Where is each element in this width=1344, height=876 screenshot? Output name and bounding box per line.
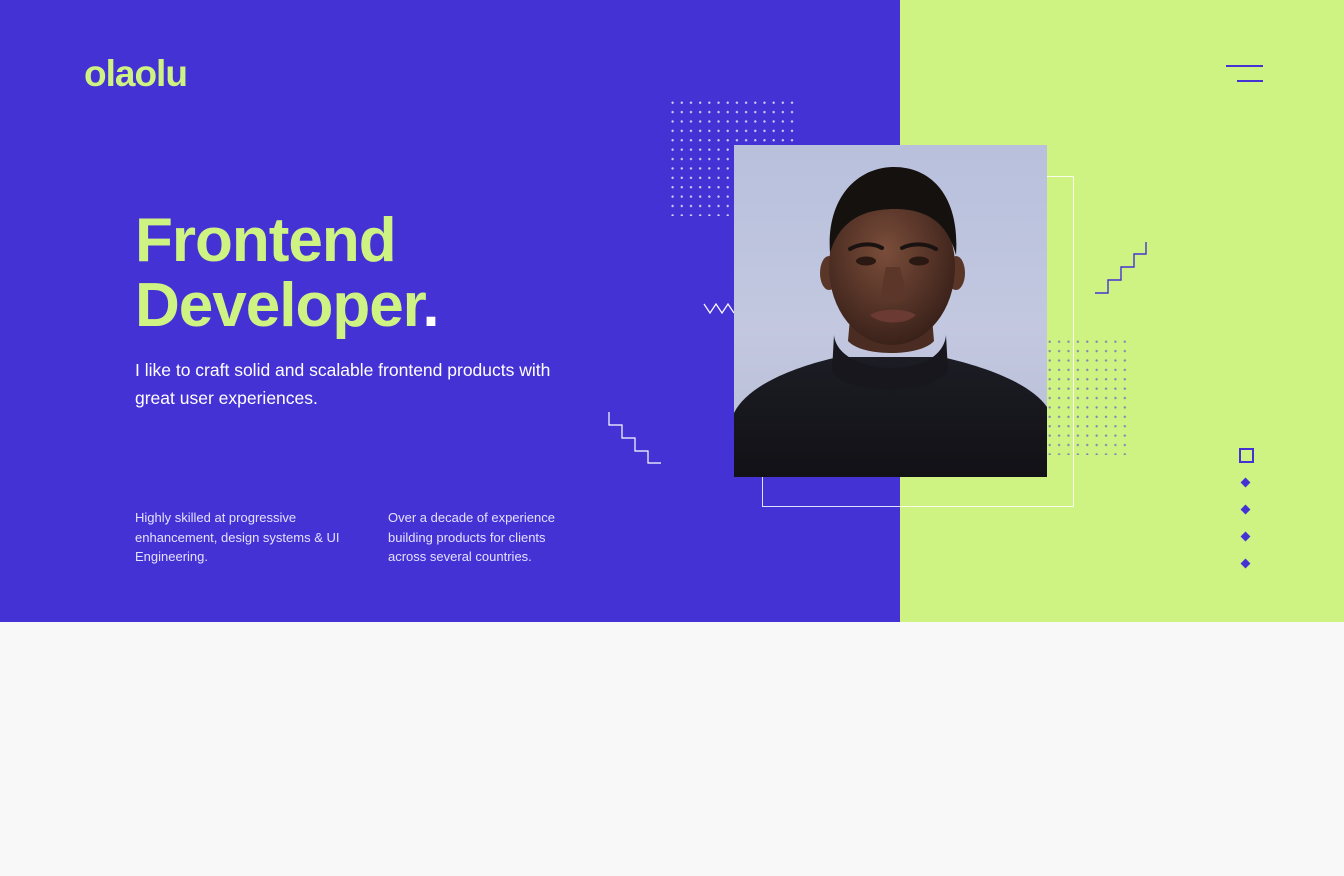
diamond-icon[interactable]: [1240, 504, 1251, 515]
menu-line-bottom: [1237, 80, 1263, 82]
hero-intro-text: I like to craft solid and scalable front…: [135, 360, 551, 408]
staircase-decoration: [608, 412, 661, 464]
diamond-icon[interactable]: [1240, 477, 1251, 488]
site-logo[interactable]: olaolu: [84, 52, 188, 96]
staircase-decoration: [1095, 242, 1147, 294]
section-pager: [1236, 446, 1258, 576]
headline-dot: .: [422, 271, 439, 340]
headline-line-1: Frontend: [135, 206, 397, 275]
diamond-icon[interactable]: [1240, 531, 1251, 542]
portrait-photo: [734, 145, 1047, 477]
hero-section: olaolu Frontend Developer. I like to cra…: [0, 0, 1344, 622]
square-outline-icon[interactable]: [1239, 448, 1254, 463]
feature-text: Highly skilled at progressive enhancemen…: [135, 510, 340, 564]
feature-text: Over a decade of experience building pro…: [388, 510, 555, 564]
menu-line-top: [1226, 65, 1263, 67]
headline-line-2: Developer: [135, 271, 423, 340]
hero-headline: Frontend Developer.: [135, 206, 440, 340]
diamond-icon[interactable]: [1240, 558, 1251, 569]
hamburger-menu-icon[interactable]: [1224, 62, 1266, 86]
